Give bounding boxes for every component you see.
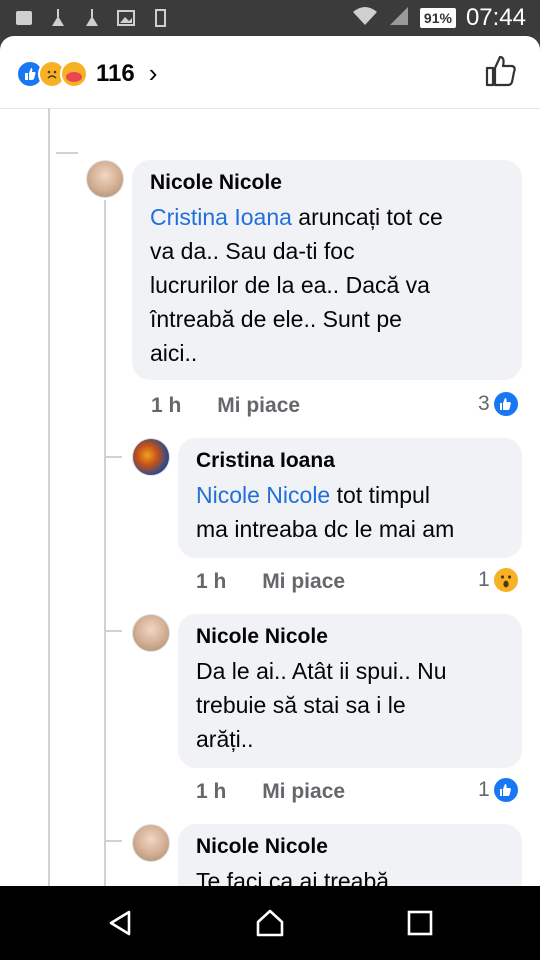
comment-author[interactable]: Nicole Nicole	[196, 624, 504, 650]
navigation-bar	[0, 886, 540, 960]
reactions-summary[interactable]: 116 ›	[16, 58, 157, 89]
broom-icon	[82, 8, 102, 28]
battery-indicator: 91%	[419, 8, 456, 28]
comment-thread: Nicole Nicole Cristina Ioana aruncați to…	[0, 108, 540, 886]
thread-connector	[56, 152, 78, 154]
clock: 07:44	[465, 4, 526, 31]
reaction-counter[interactable]: 3	[478, 392, 518, 416]
avatar[interactable]	[86, 160, 124, 198]
like-button[interactable]: Mi piace	[217, 394, 300, 417]
care-reaction-icon	[60, 59, 88, 88]
comment-bubble[interactable]: Nicole Nicole Cristina Ioana aruncați to…	[132, 160, 522, 380]
avatar[interactable]	[132, 438, 170, 476]
reaction-counter[interactable]: 1	[478, 778, 518, 802]
back-icon[interactable]	[105, 908, 135, 938]
signal-icon	[388, 5, 410, 32]
comment-author[interactable]: Nicole Nicole	[150, 170, 504, 196]
timestamp: 1 h	[196, 570, 227, 593]
mention-link[interactable]: Cristina Ioana	[150, 204, 292, 230]
thumbs-up-icon[interactable]	[484, 54, 518, 88]
comment-actions: 1 h Mi piace	[196, 780, 345, 804]
like-button[interactable]: Mi piace	[262, 570, 345, 593]
comment-bubble[interactable]: Cristina Ioana Nicole Nicole tot timpul …	[178, 438, 522, 558]
comment-text: Te faci ca ai treabă..	[196, 868, 402, 886]
reaction-counter[interactable]: 1	[478, 568, 518, 592]
comment-text: Nicole Nicole tot timpul ma intreaba dc …	[196, 482, 455, 542]
broom-icon	[48, 8, 68, 28]
reply-connector	[104, 630, 122, 632]
comment-actions: 1 h Mi piace	[196, 570, 345, 594]
home-icon[interactable]	[255, 908, 285, 938]
reply-connector	[104, 840, 122, 842]
wifi-icon	[352, 5, 378, 32]
like-reaction-icon	[493, 778, 518, 802]
comment-actions: 1 h Mi piace	[151, 394, 300, 418]
recents-icon[interactable]	[405, 908, 435, 938]
app-notification-icon	[14, 8, 34, 28]
reply-thread-line	[104, 200, 106, 886]
comment-bubble[interactable]: Nicole Nicole Te faci ca ai treabă..	[178, 824, 522, 886]
timestamp: 1 h	[151, 394, 182, 417]
image-icon	[116, 8, 136, 28]
comment-text: Cristina Ioana aruncați tot ce va da.. S…	[150, 204, 443, 366]
status-bar: 91% 07:44	[0, 0, 540, 36]
comment-author[interactable]: Nicole Nicole	[196, 834, 504, 860]
notification-icons	[14, 8, 170, 28]
avatar[interactable]	[132, 824, 170, 862]
comments-sheet: 116 › Nicole Nicole Cristina Ioana arunc…	[0, 36, 540, 886]
sim-icon	[150, 8, 170, 28]
comment-author[interactable]: Cristina Ioana	[196, 448, 504, 474]
comment-text: Da le ai.. Atât ii spui.. Nu trebuie să …	[196, 658, 447, 752]
wow-reaction-icon	[493, 568, 518, 592]
reply-connector	[104, 456, 122, 458]
like-reaction-icon	[493, 392, 518, 416]
like-button[interactable]: Mi piace	[262, 780, 345, 803]
sheet-header: 116 ›	[0, 36, 540, 109]
avatar[interactable]	[132, 614, 170, 652]
chevron-right-icon: ›	[148, 58, 158, 88]
thread-line	[48, 108, 50, 886]
mention-link[interactable]: Nicole Nicole	[196, 482, 330, 508]
reaction-count: 116	[96, 59, 135, 87]
timestamp: 1 h	[196, 780, 227, 803]
comment-bubble[interactable]: Nicole Nicole Da le ai.. Atât ii spui.. …	[178, 614, 522, 768]
